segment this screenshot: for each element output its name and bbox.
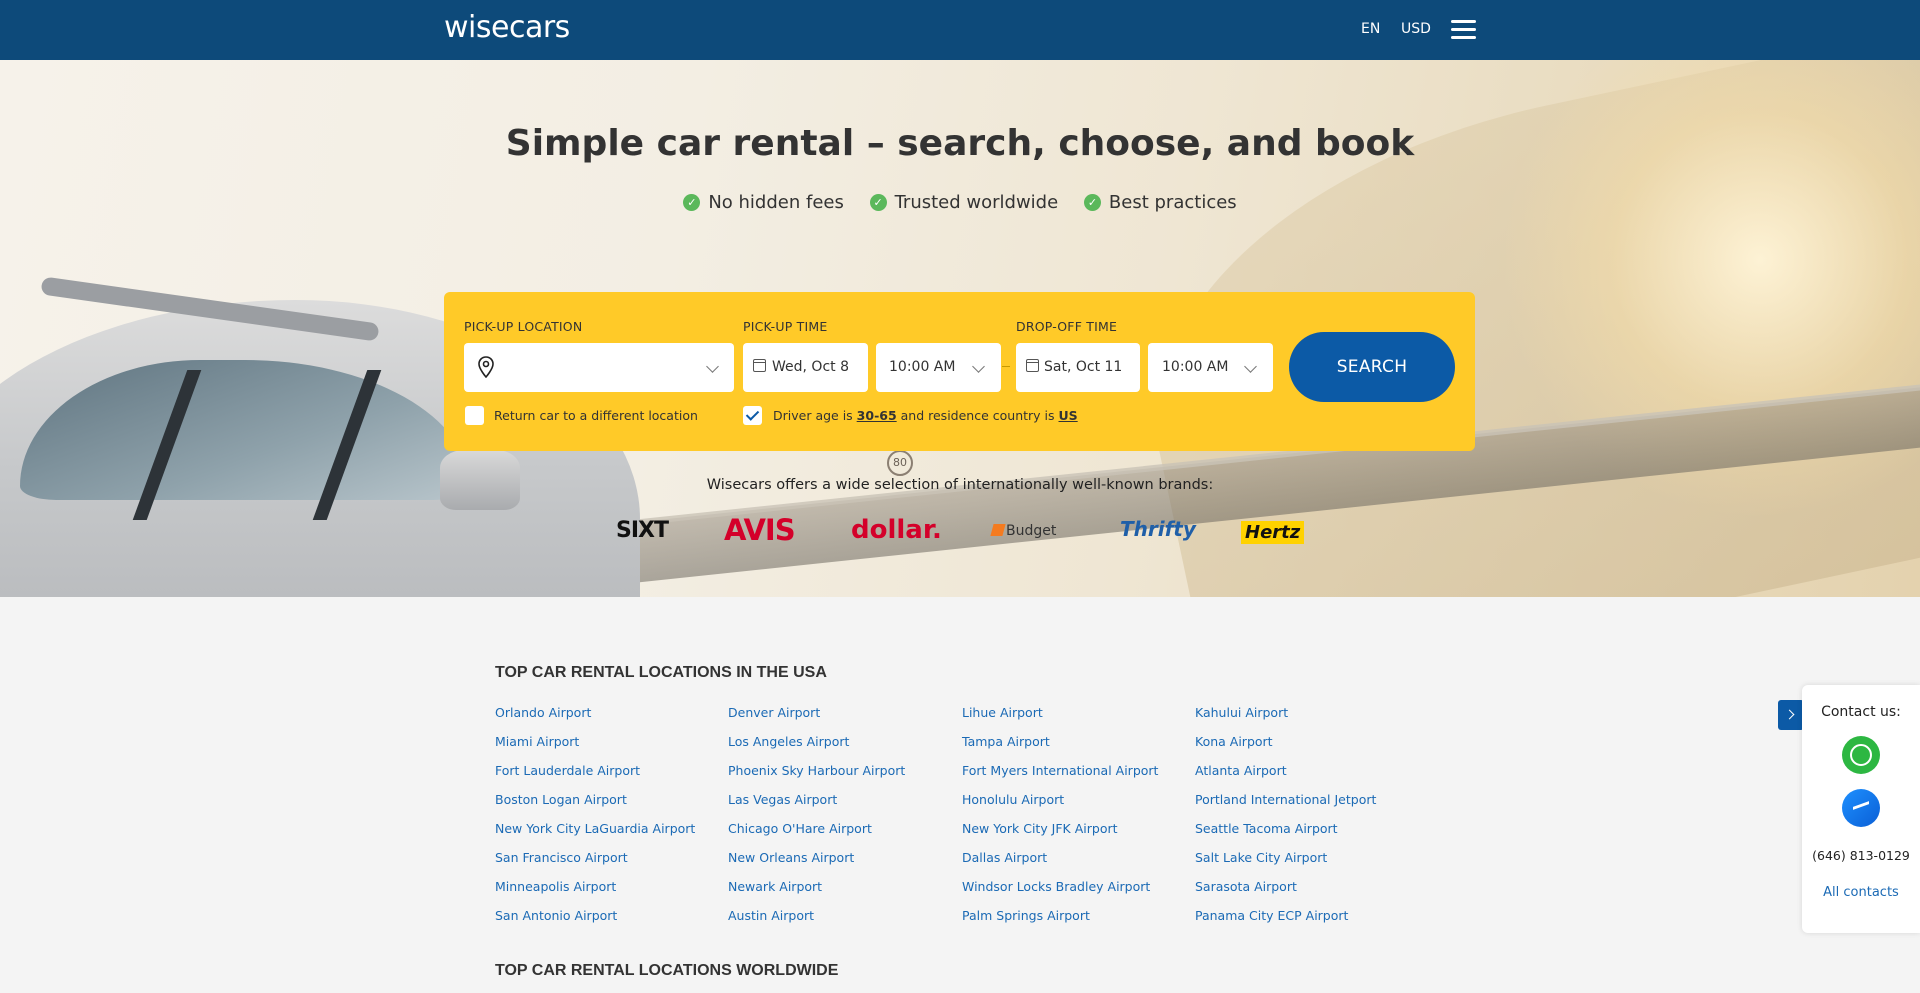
dropoff-hour-select[interactable]: 10:00 AM (1148, 343, 1273, 392)
feature-item: ✓ Trusted worldwide (869, 192, 1059, 213)
location-link[interactable]: Los Angeles Airport (728, 734, 849, 749)
map-pin-icon (478, 356, 494, 378)
driver-age-label: Driver age is 30-65 and residence countr… (773, 408, 1078, 423)
location-link[interactable]: Sarasota Airport (1195, 879, 1297, 894)
dropoff-hour-value: 10:00 AM (1162, 359, 1229, 375)
top-navigation-bar: wisecars EN USD (0, 0, 1920, 60)
check-circle-icon: ✓ (869, 194, 887, 211)
whatsapp-icon[interactable] (1842, 736, 1880, 774)
feature-item: ✓ No hidden fees (683, 192, 844, 213)
feature-label: Best practices (1108, 192, 1237, 213)
chevron-right-icon (1784, 709, 1795, 720)
page-title: Simple car rental – search, choose, and … (505, 123, 1415, 164)
pickup-location-input[interactable] (464, 343, 734, 392)
location-link[interactable]: Las Vegas Airport (728, 792, 837, 807)
dropoff-date-value: Sat, Oct 11 (1044, 359, 1123, 375)
location-link[interactable]: Orlando Airport (495, 705, 591, 720)
location-link[interactable]: Denver Airport (728, 705, 820, 720)
avis-logo: AVIS (724, 513, 796, 547)
pickup-time-label: PICK-UP TIME (743, 319, 828, 334)
location-link[interactable]: New York City JFK Airport (962, 821, 1118, 836)
feature-label: Trusted worldwide (894, 192, 1059, 213)
location-link[interactable]: Lihue Airport (962, 705, 1043, 720)
location-link[interactable]: Minneapolis Airport (495, 879, 616, 894)
driver-text: Driver age is (773, 408, 853, 423)
brands-intro-text: Wisecars offers a wide selection of inte… (706, 477, 1214, 493)
search-button[interactable]: SEARCH (1289, 332, 1455, 402)
currency-selector[interactable]: USD (1401, 21, 1431, 37)
location-link[interactable]: Panama City ECP Airport (1195, 908, 1348, 923)
chevron-down-icon (1244, 360, 1257, 373)
pickup-date-field[interactable]: Wed, Oct 8 (743, 343, 868, 392)
location-link[interactable]: Tampa Airport (962, 734, 1050, 749)
budget-mark-icon (990, 524, 1006, 536)
location-link[interactable]: Phoenix Sky Harbour Airport (728, 763, 905, 778)
location-link[interactable]: Seattle Tacoma Airport (1195, 821, 1338, 836)
calendar-icon (753, 359, 766, 372)
contact-phone[interactable]: (646) 813-0129 (1802, 848, 1920, 863)
location-link[interactable]: Dallas Airport (962, 850, 1047, 865)
location-link[interactable]: Fort Myers International Airport (962, 763, 1158, 778)
location-link[interactable]: Portland International Jetport (1195, 792, 1376, 807)
feature-item: ✓ Best practices (1083, 192, 1237, 213)
feature-list: ✓ No hidden fees ✓ Trusted worldwide ✓ Best… (0, 192, 1920, 213)
location-link[interactable]: San Francisco Airport (495, 850, 628, 865)
thrifty-logo: Thrifty (1120, 517, 1196, 541)
dropoff-date-field[interactable]: Sat, Oct 11 (1016, 343, 1140, 392)
location-link[interactable]: Boston Logan Airport (495, 792, 627, 807)
calendar-icon (1026, 359, 1039, 372)
check-circle-icon: ✓ (1083, 194, 1101, 211)
return-different-location-label[interactable]: Return car to a different location (494, 408, 698, 423)
budget-logo-text: Budget (1006, 523, 1057, 539)
wisecars-logo[interactable]: wisecars (444, 10, 570, 45)
worldwide-locations-title: TOP CAR RENTAL LOCATIONS WORLDWIDE (495, 962, 839, 979)
check-circle-icon: ✓ (683, 194, 701, 211)
contact-title: Contact us: (1821, 704, 1901, 720)
hamburger-menu-icon[interactable] (1451, 20, 1476, 40)
location-link[interactable]: Miami Airport (495, 734, 579, 749)
chevron-down-icon (706, 360, 719, 373)
pickup-hour-value: 10:00 AM (889, 359, 956, 375)
dropoff-time-label: DROP-OFF TIME (1016, 319, 1118, 334)
time-range-separator (1002, 366, 1010, 367)
location-link[interactable]: Austin Airport (728, 908, 814, 923)
road-sign: 80 (887, 450, 913, 476)
location-link[interactable]: Palm Springs Airport (962, 908, 1090, 923)
residence-country-link[interactable]: US (1059, 408, 1078, 423)
contact-toggle-button[interactable] (1778, 700, 1804, 730)
driver-age-link[interactable]: 30-65 (857, 408, 897, 423)
sixt-logo: SIXT (616, 518, 669, 543)
return-different-location-checkbox[interactable] (465, 406, 484, 425)
location-link[interactable]: San Antonio Airport (495, 908, 617, 923)
pickup-date-value: Wed, Oct 8 (772, 359, 849, 375)
location-link[interactable]: New York City LaGuardia Airport (495, 821, 695, 836)
dollar-logo: dollar. (851, 515, 942, 545)
search-panel: PICK-UP LOCATION PICK-UP TIME Wed, Oct 8… (444, 292, 1475, 451)
pickup-hour-select[interactable]: 10:00 AM (876, 343, 1001, 392)
location-link[interactable]: Honolulu Airport (962, 792, 1064, 807)
location-link[interactable]: Kona Airport (1195, 734, 1273, 749)
feature-label: No hidden fees (708, 192, 844, 213)
hertz-logo: Hertz (1241, 521, 1305, 544)
messenger-icon[interactable] (1842, 789, 1880, 827)
all-contacts-link[interactable]: All contacts (1802, 885, 1920, 900)
location-link[interactable]: Newark Airport (728, 879, 822, 894)
location-link[interactable]: Atlanta Airport (1195, 763, 1287, 778)
language-selector[interactable]: EN (1361, 21, 1380, 37)
location-link[interactable]: Salt Lake City Airport (1195, 850, 1327, 865)
chevron-down-icon (972, 360, 985, 373)
budget-logo: Budget (990, 523, 1057, 539)
location-link[interactable]: New Orleans Airport (728, 850, 854, 865)
location-link[interactable]: Chicago O'Hare Airport (728, 821, 872, 836)
location-link[interactable]: Windsor Locks Bradley Airport (962, 879, 1150, 894)
location-link[interactable]: Fort Lauderdale Airport (495, 763, 640, 778)
contact-widget: Contact us: (646) 813-0129 All contacts (1802, 685, 1920, 933)
driver-age-checkbox[interactable] (743, 406, 762, 425)
driver-text: and residence country is (900, 408, 1055, 423)
pickup-location-label: PICK-UP LOCATION (464, 319, 583, 334)
location-link[interactable]: Kahului Airport (1195, 705, 1288, 720)
usa-locations-title: TOP CAR RENTAL LOCATIONS IN THE USA (495, 664, 827, 681)
